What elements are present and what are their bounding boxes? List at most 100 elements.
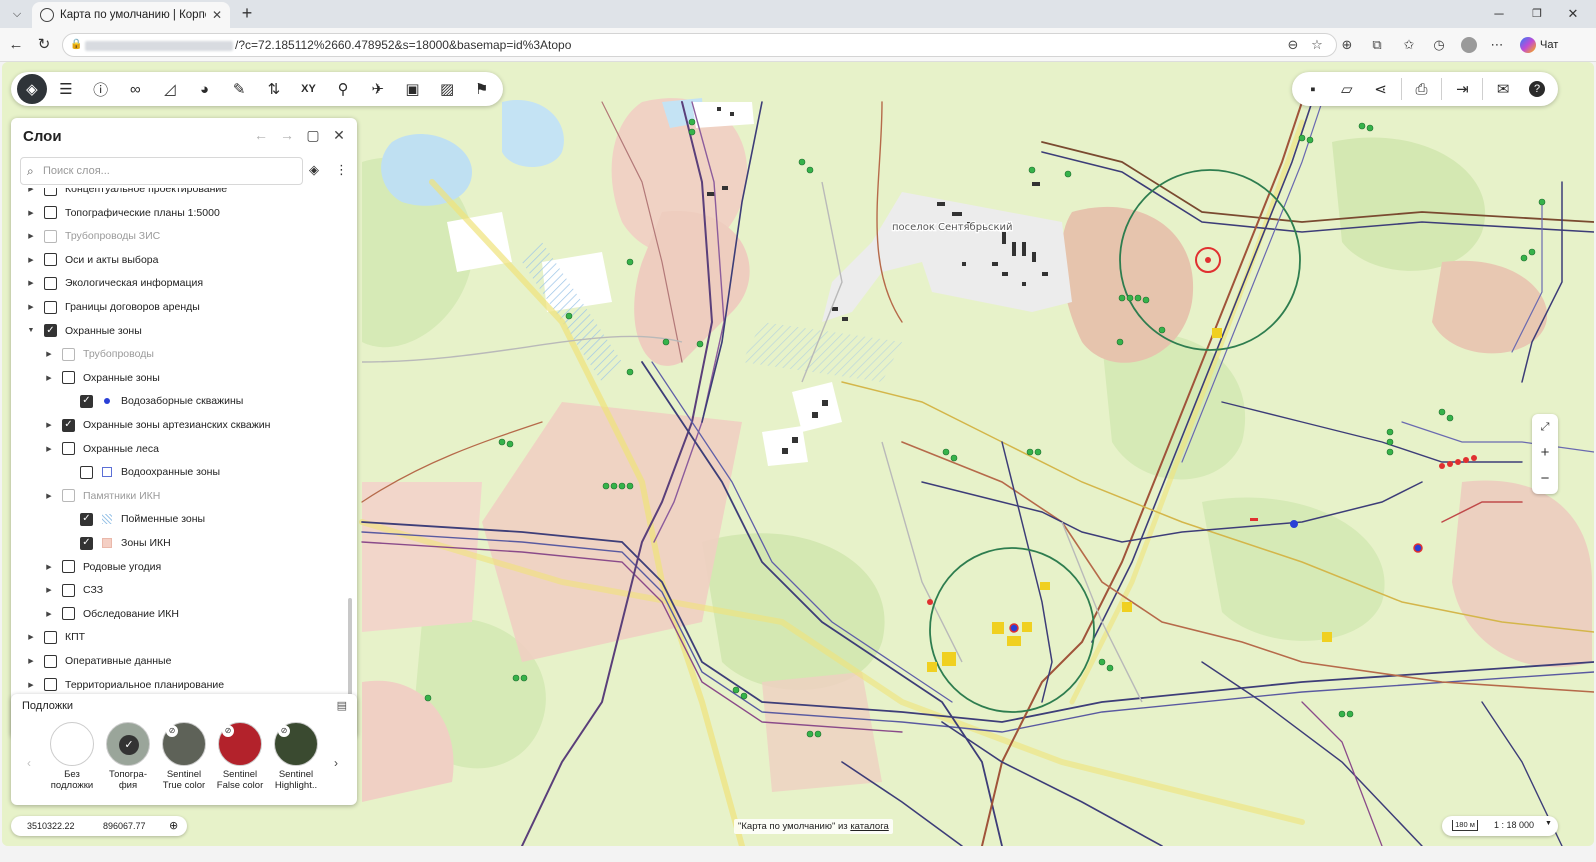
layer-row[interactable]: ▶ Обследование ИКН: [44, 603, 179, 625]
basemap-prev-icon[interactable]: ‹: [27, 756, 31, 770]
layer-checkbox[interactable]: [62, 442, 75, 456]
arrow-right-icon[interactable]: →: [279, 127, 295, 144]
layer-checkbox[interactable]: [44, 188, 57, 196]
favorites-icon[interactable]: ✩: [1398, 35, 1420, 55]
tab-list-button[interactable]: ⌵: [6, 4, 28, 24]
layer-checkbox[interactable]: [62, 347, 75, 361]
layer-row[interactable]: ▶ Родовые угодия: [44, 556, 161, 578]
back-icon[interactable]: ←: [4, 34, 28, 56]
flight-button[interactable]: ✈: [360, 74, 395, 104]
basemap-option[interactable]: ⊘ Sentinel False color: [212, 722, 268, 791]
caret-right-icon[interactable]: ▶: [26, 209, 36, 217]
basemap-option[interactable]: ✓ Топогра-фия: [100, 722, 156, 791]
share-button[interactable]: ⋖: [1364, 74, 1398, 104]
layer-checkbox[interactable]: [44, 276, 57, 290]
caret-right-icon[interactable]: ▶: [44, 586, 54, 594]
arrow-left-icon[interactable]: ←: [253, 127, 269, 144]
browser-tab[interactable]: Карта по умолчанию | Корпорати ✕: [32, 2, 230, 28]
caret-right-icon[interactable]: ▶: [44, 374, 54, 382]
image-button[interactable]: ▨: [430, 74, 465, 104]
basemap-settings-icon[interactable]: ▤: [337, 699, 347, 712]
layer-row[interactable]: ▶ ✓ Охранные зоны артезианских скважин: [44, 414, 270, 436]
save-button[interactable]: ▪: [1296, 74, 1330, 104]
url-input[interactable]: 🔒 /?c=72.185112%2660.478952&s=18000&base…: [62, 33, 1337, 57]
favorite-star-icon[interactable]: ☆: [1306, 35, 1328, 55]
layer-checkbox[interactable]: [62, 371, 75, 385]
layer-row[interactable]: ▶ Границы договоров аренды: [26, 296, 200, 318]
layer-row[interactable]: ▶✓Пойменные зоны: [62, 508, 205, 530]
open-button[interactable]: ▱: [1330, 74, 1364, 104]
maximize-icon[interactable]: ▢: [305, 127, 321, 144]
caret-right-icon[interactable]: ▶: [26, 657, 36, 665]
layer-checkbox[interactable]: ✓: [62, 418, 75, 432]
walker-button[interactable]: ⚲: [326, 74, 361, 104]
legend-button[interactable]: ☰: [49, 74, 84, 104]
layer-row[interactable]: ▶✓Зоны ИКН: [62, 532, 171, 554]
coordinates-button[interactable]: XY: [291, 74, 326, 104]
layer-checkbox[interactable]: [62, 560, 75, 574]
layer-checkbox[interactable]: ✓: [44, 324, 57, 338]
caret-down-icon[interactable]: ▼: [26, 327, 36, 334]
layer-checkbox[interactable]: [44, 630, 57, 644]
style-button[interactable]: ◕: [187, 74, 222, 104]
layer-row[interactable]: ▶ КПТ: [26, 626, 85, 648]
mail-button[interactable]: ✉: [1486, 74, 1520, 104]
puzzle-icon[interactable]: ⧉: [1366, 35, 1388, 55]
globe-icon[interactable]: ⊕: [169, 816, 178, 836]
layer-checkbox[interactable]: [44, 253, 57, 267]
layer-row[interactable]: ▼ ✓ Охранные зоны: [26, 320, 142, 342]
caret-right-icon[interactable]: ▶: [44, 350, 54, 358]
reload-icon[interactable]: ↻: [32, 34, 56, 56]
caret-right-icon[interactable]: ▶: [26, 681, 36, 689]
search-objects-button[interactable]: ∞: [118, 74, 153, 104]
layer-row[interactable]: ▶ СЗЗ: [44, 579, 103, 601]
layer-stack-icon[interactable]: ◈: [309, 162, 319, 178]
layer-checkbox[interactable]: ✓: [80, 512, 93, 526]
minimize-button[interactable]: ─: [1484, 4, 1514, 24]
caret-right-icon[interactable]: ▶: [44, 610, 54, 618]
layer-checkbox[interactable]: [44, 206, 57, 220]
swipe-button[interactable]: ▣: [395, 74, 430, 104]
layer-checkbox[interactable]: [62, 489, 75, 503]
tab-close-icon[interactable]: ✕: [212, 8, 222, 22]
layer-checkbox[interactable]: [80, 465, 93, 479]
kebab-menu-icon[interactable]: ⋮: [335, 162, 348, 178]
catalog-link[interactable]: каталога: [850, 821, 888, 832]
layer-row[interactable]: ▶ Концептуальное проектирование: [26, 188, 227, 200]
layer-row[interactable]: ▶ Оперативные данные: [26, 650, 171, 672]
layer-row[interactable]: ▶✓Водозаборные скважины: [62, 390, 243, 412]
layer-checkbox[interactable]: ✓: [80, 394, 93, 408]
layer-checkbox[interactable]: [62, 583, 75, 597]
caret-right-icon[interactable]: ▶: [44, 492, 54, 500]
help-button[interactable]: ?: [1520, 74, 1554, 104]
map-viewport[interactable]: поселок Сентябрьский ◈ ☰ ⓘ ∞ ◿ ◕ ✎ ⇅ XY …: [2, 62, 1594, 846]
layer-row[interactable]: ▶ Территориальное планирование: [26, 674, 224, 696]
new-tab-button[interactable]: +: [236, 3, 258, 25]
layer-row[interactable]: ▶ Памятники ИКН: [44, 485, 160, 507]
fullscreen-icon[interactable]: ⤢: [1532, 414, 1558, 440]
layer-row[interactable]: ▶ Экологическая информация: [26, 272, 203, 294]
export-button[interactable]: ⇥: [1445, 74, 1479, 104]
layer-checkbox[interactable]: [44, 654, 57, 668]
layer-checkbox[interactable]: [62, 607, 75, 621]
caret-right-icon[interactable]: ▶: [44, 421, 54, 429]
layer-search-input[interactable]: ⌕ Поиск слоя...: [20, 157, 303, 185]
caret-right-icon[interactable]: ▶: [44, 563, 54, 571]
caret-right-icon[interactable]: ▶: [44, 445, 54, 453]
layer-checkbox[interactable]: [44, 300, 57, 314]
print-button[interactable]: ⎙: [1405, 74, 1439, 104]
basemap-option[interactable]: Без подложки: [44, 722, 100, 791]
maximize-button[interactable]: ❐: [1522, 4, 1552, 24]
history-icon[interactable]: ◷: [1428, 35, 1450, 55]
profile-avatar[interactable]: [1458, 35, 1480, 55]
layer-checkbox[interactable]: ✓: [80, 536, 93, 550]
copilot-chat-button[interactable]: Чат: [1520, 34, 1558, 56]
caret-right-icon[interactable]: ▶: [26, 303, 36, 311]
caret-right-icon[interactable]: ▶: [26, 232, 36, 240]
basemap-option[interactable]: ⊘ Sentinel Highlight..: [268, 722, 324, 791]
layers-button[interactable]: ◈: [17, 74, 47, 104]
chevron-down-icon[interactable]: ▼: [1545, 820, 1552, 827]
layer-checkbox[interactable]: [44, 229, 57, 243]
basemap-option[interactable]: ⊘ Sentinel True color: [156, 722, 212, 791]
caret-right-icon[interactable]: ▶: [26, 633, 36, 641]
